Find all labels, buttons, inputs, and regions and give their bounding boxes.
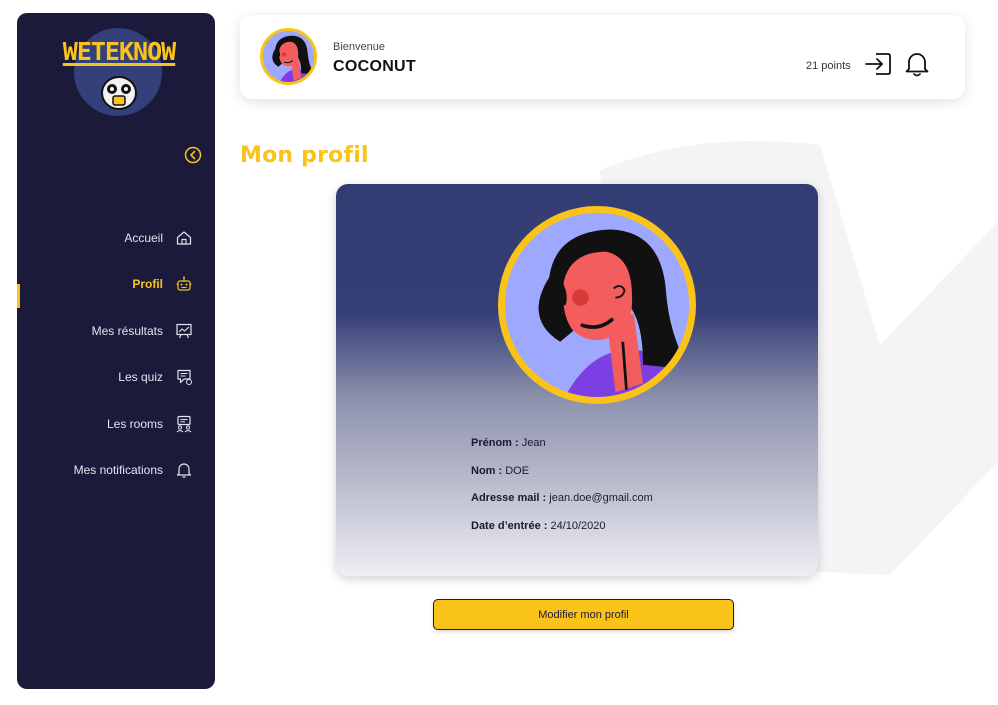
quiz-icon [177, 369, 192, 385]
logout-icon[interactable] [864, 51, 892, 77]
home-icon [176, 231, 192, 245]
top-header: Bienvenue COCONUT 21 points [240, 15, 965, 99]
last-name-row: Nom : DOE [471, 465, 529, 477]
join-date-value: 24/10/2020 [547, 520, 606, 532]
sidebar-item-label: Profil [132, 277, 163, 291]
sidebar-item-label: Mes notifications [73, 463, 163, 477]
first-name-label: Prénom : [471, 437, 519, 449]
first-name-value: Jean [518, 437, 546, 449]
sidebar-item-label: Les quiz [118, 370, 163, 384]
sidebar-item-rooms[interactable]: Les rooms [3, 412, 193, 436]
chart-board-icon [176, 323, 192, 339]
mascot-icon [101, 76, 137, 110]
chat-users-icon [176, 415, 192, 433]
sidebar-item-quiz[interactable]: Les quiz [3, 365, 193, 389]
robot-icon [176, 276, 192, 291]
bell-icon [176, 463, 192, 478]
collapse-sidebar-icon[interactable] [184, 146, 202, 164]
page-title: Mon profil [240, 143, 369, 168]
edit-profile-button[interactable]: Modifier mon profil [433, 599, 734, 630]
profile-avatar [498, 206, 696, 404]
email-label: Adresse mail : [471, 492, 547, 504]
join-date-label: Date d’entrée : [471, 520, 548, 532]
sidebar-item-resultats[interactable]: Mes résultats [3, 319, 193, 343]
profile-card: Prénom : Jean Nom : DOE Adresse mail : j… [336, 184, 818, 576]
email-row: Adresse mail : jean.doe@gmail.com [471, 492, 653, 504]
sidebar-item-accueil[interactable]: Accueil [3, 226, 193, 250]
sidebar-item-notifications[interactable]: Mes notifications [3, 458, 193, 482]
sidebar: WETEKNOW Accueil Profil Mes résultats Le… [17, 13, 215, 689]
first-name-row: Prénom : Jean [471, 437, 546, 449]
email-value: jean.doe@gmail.com [546, 492, 653, 504]
sidebar-item-profil[interactable]: Profil [3, 272, 193, 296]
profile-avatar-illustration [505, 213, 689, 397]
welcome-text: Bienvenue [333, 41, 385, 53]
notification-bell-icon[interactable] [904, 50, 930, 78]
join-date-row: Date d’entrée : 24/10/2020 [471, 520, 606, 532]
user-avatar-illustration [263, 31, 314, 82]
avatar[interactable] [260, 28, 317, 85]
sidebar-item-label: Les rooms [106, 417, 163, 431]
brand-logo[interactable]: WETEKNOW [57, 37, 181, 66]
last-name-value: DOE [502, 465, 530, 477]
sidebar-item-label: Mes résultats [91, 324, 163, 338]
points-counter: 21 points [806, 60, 851, 72]
sidebar-item-label: Accueil [124, 231, 163, 245]
username: COCONUT [333, 58, 416, 75]
last-name-label: Nom : [471, 465, 503, 477]
